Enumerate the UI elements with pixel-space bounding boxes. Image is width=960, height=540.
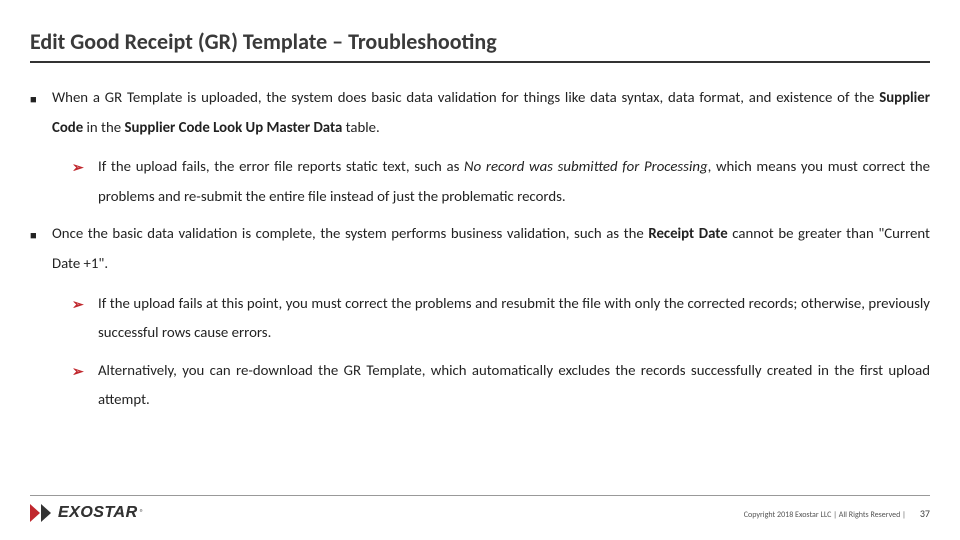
arrow-bullet-icon: ➢ — [72, 356, 90, 415]
logo-text: EXOSTAR — [58, 504, 138, 522]
bullet-2-sub-1-text: If the upload fails at this point, you m… — [90, 289, 930, 348]
bullet-2: ■ Once the basic data validation is comp… — [30, 219, 930, 278]
square-bullet-icon: ■ — [30, 83, 44, 142]
square-bullet-icon: ■ — [30, 219, 44, 278]
logo: EXOSTAR® — [30, 502, 144, 524]
copyright-text: Copyright 2018 Exostar LLC | All Rights … — [744, 510, 906, 520]
bullet-1: ■ When a GR Template is uploaded, the sy… — [30, 83, 930, 142]
bullet-2-sub-2: ➢ Alternatively, you can re-download the… — [72, 356, 930, 415]
bullet-2-sub-1: ➢ If the upload fails at this point, you… — [72, 289, 930, 348]
bullet-1-text: When a GR Template is uploaded, the syst… — [44, 83, 930, 142]
footer-right: Copyright 2018 Exostar LLC | All Rights … — [744, 507, 930, 520]
arrow-bullet-icon: ➢ — [72, 152, 90, 211]
bullet-2-text: Once the basic data validation is comple… — [44, 219, 930, 278]
footer: EXOSTAR® Copyright 2018 Exostar LLC | Al… — [30, 495, 930, 524]
registered-icon: ® — [140, 508, 144, 518]
page-number: 37 — [920, 507, 930, 520]
bullet-2-sub-2-text: Alternatively, you can re-download the G… — [90, 356, 930, 415]
logo-mark-icon — [30, 502, 56, 524]
bullet-1-sub-1-text: If the upload fails, the error file repo… — [90, 152, 930, 211]
arrow-bullet-icon: ➢ — [72, 289, 90, 348]
bullet-1-sub-1: ➢ If the upload fails, the error file re… — [72, 152, 930, 211]
slide-title: Edit Good Receipt (GR) Template – Troubl… — [30, 28, 930, 63]
